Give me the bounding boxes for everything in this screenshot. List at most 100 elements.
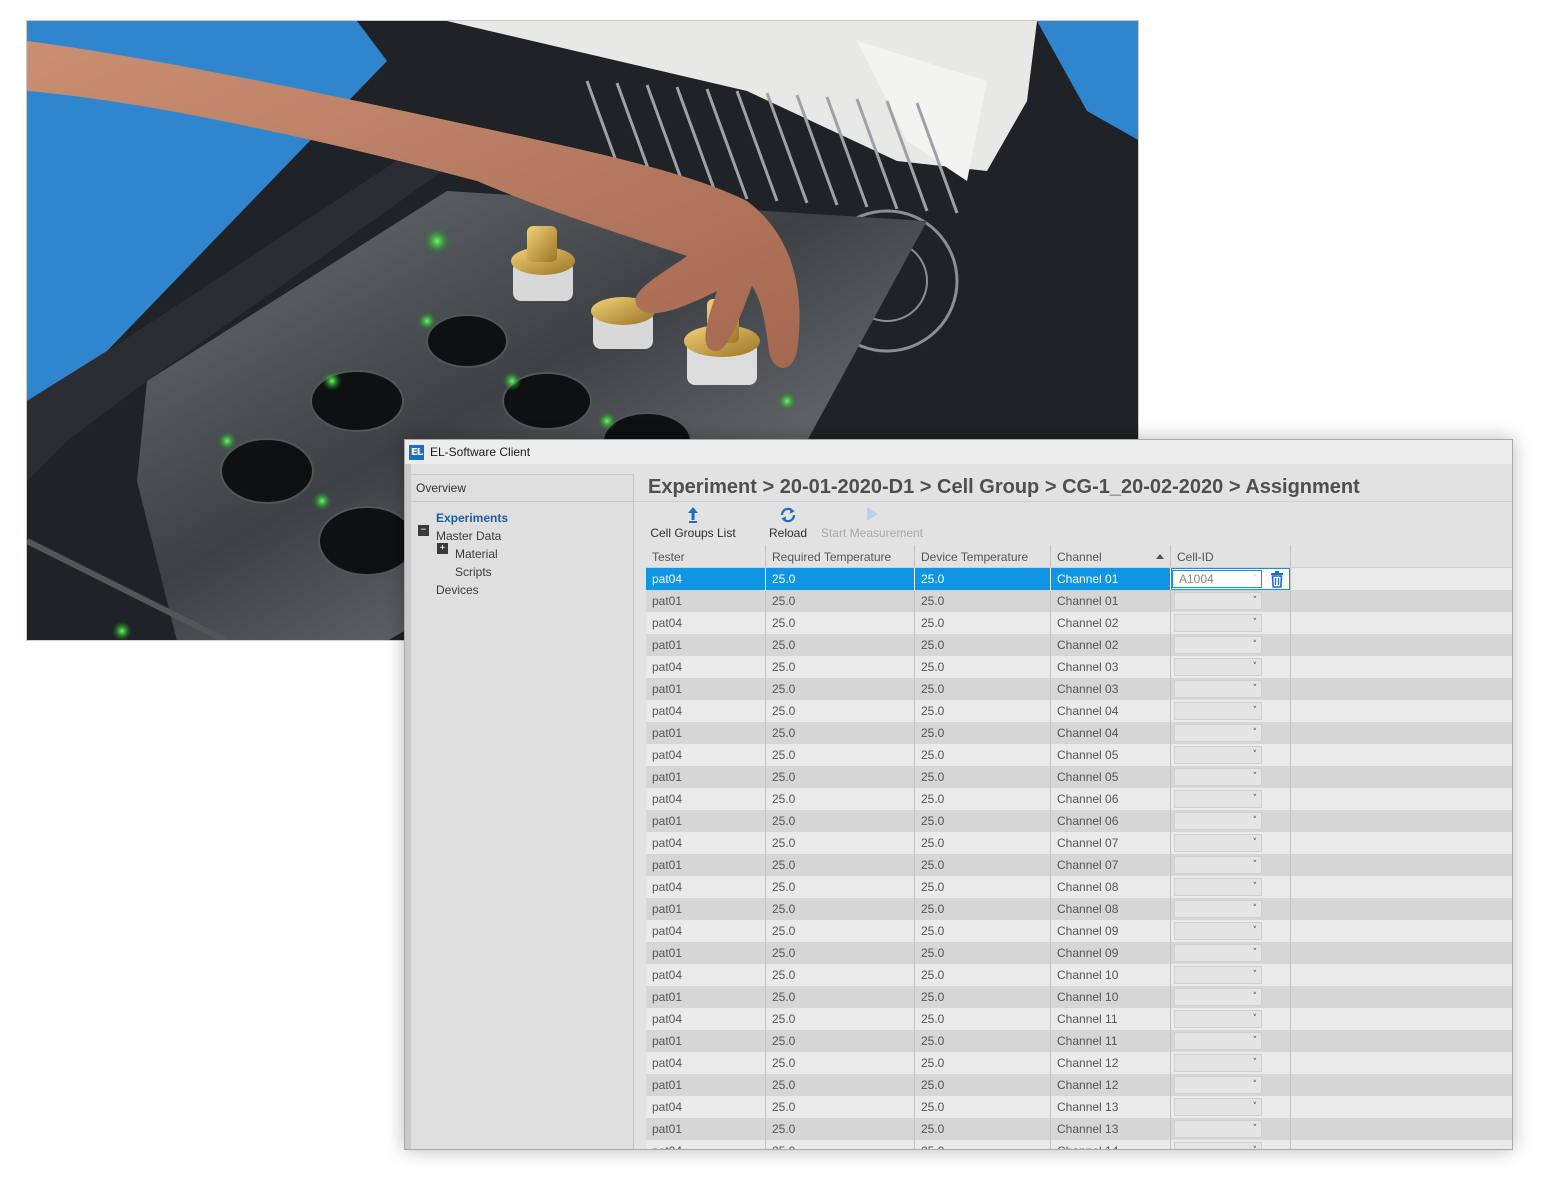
device-temperature-cell[interactable]: 25.0: [915, 1008, 1051, 1030]
tester-cell[interactable]: pat01: [646, 590, 766, 612]
required-temperature-cell[interactable]: 25.0: [766, 788, 915, 810]
required-temperature-cell[interactable]: 25.0: [766, 898, 915, 920]
tester-cell[interactable]: pat04: [646, 1008, 766, 1030]
sidebar-item-experiments[interactable]: Experiments: [436, 511, 508, 525]
device-temperature-cell[interactable]: 25.0: [915, 700, 1051, 722]
table-row[interactable]: pat01 25.0 25.0 Channel 07 ˅: [646, 854, 1512, 876]
channel-cell[interactable]: Channel 14: [1051, 1140, 1171, 1149]
required-temperature-cell[interactable]: 25.0: [766, 810, 915, 832]
required-temperature-cell[interactable]: 25.0: [766, 612, 915, 634]
channel-cell[interactable]: Channel 07: [1051, 854, 1171, 876]
cell-id-dropdown[interactable]: ˅: [1174, 1120, 1262, 1138]
device-temperature-cell[interactable]: 25.0: [915, 1118, 1051, 1140]
tester-cell[interactable]: pat01: [646, 898, 766, 920]
reload-button[interactable]: Reload: [765, 504, 811, 544]
required-temperature-cell[interactable]: 25.0: [766, 1052, 915, 1074]
device-temperature-cell[interactable]: 25.0: [915, 832, 1051, 854]
tester-cell[interactable]: pat01: [646, 942, 766, 964]
device-temperature-cell[interactable]: 25.0: [915, 656, 1051, 678]
cell-id-dropdown[interactable]: ˅: [1174, 878, 1262, 896]
required-temperature-cell[interactable]: 25.0: [766, 656, 915, 678]
required-temperature-cell[interactable]: 25.0: [766, 942, 915, 964]
cell-id-dropdown[interactable]: ˅: [1174, 702, 1262, 720]
tester-cell[interactable]: pat01: [646, 722, 766, 744]
table-row[interactable]: pat04 25.0 25.0 Channel 05 ˅: [646, 744, 1512, 766]
cell-id-dropdown[interactable]: ˅: [1174, 724, 1262, 742]
tester-cell[interactable]: pat04: [646, 1052, 766, 1074]
channel-cell[interactable]: Channel 05: [1051, 744, 1171, 766]
required-temperature-cell[interactable]: 25.0: [766, 678, 915, 700]
table-row[interactable]: pat0425.025.0Channel 14˅: [646, 1140, 1512, 1149]
channel-cell[interactable]: Channel 02: [1051, 634, 1171, 656]
required-temperature-cell[interactable]: 25.0: [766, 1074, 915, 1096]
channel-cell[interactable]: Channel 06: [1051, 810, 1171, 832]
channel-cell[interactable]: Channel 03: [1051, 678, 1171, 700]
table-row[interactable]: pat01 25.0 25.0 Channel 02 ˅: [646, 634, 1512, 656]
tester-cell[interactable]: pat04: [646, 700, 766, 722]
tester-cell[interactable]: pat04: [646, 744, 766, 766]
device-temperature-cell[interactable]: 25.0: [915, 788, 1051, 810]
table-row[interactable]: pat01 25.0 25.0 Channel 09 ˅: [646, 942, 1512, 964]
cell-id-dropdown[interactable]: ˅: [1174, 592, 1262, 610]
device-temperature-cell[interactable]: 25.0: [915, 1030, 1051, 1052]
cell-id-dropdown[interactable]: ˅: [1174, 1010, 1262, 1028]
required-temperature-cell[interactable]: 25.0: [766, 986, 915, 1008]
tester-cell[interactable]: pat04: [646, 1140, 766, 1149]
tester-cell[interactable]: pat04: [646, 1096, 766, 1118]
device-temperature-cell[interactable]: 25.0: [915, 964, 1051, 986]
table-row[interactable]: pat01 25.0 25.0 Channel 10 ˅: [646, 986, 1512, 1008]
tester-cell[interactable]: pat04: [646, 920, 766, 942]
sidebar-header[interactable]: Overview: [411, 475, 633, 502]
cell-id-dropdown[interactable]: ˅: [1174, 1032, 1262, 1050]
device-temperature-cell[interactable]: 25.0: [915, 678, 1051, 700]
table-row[interactable]: pat01 25.0 25.0 Channel 04 ˅: [646, 722, 1512, 744]
cell-id-dropdown[interactable]: A1004 ˅: [1172, 570, 1262, 588]
channel-cell[interactable]: Channel 02: [1051, 612, 1171, 634]
tester-cell[interactable]: pat04: [646, 568, 766, 590]
table-row[interactable]: pat04 25.0 25.0 Channel 01 A1004 ˅: [646, 568, 1512, 590]
channel-cell[interactable]: Channel 08: [1051, 876, 1171, 898]
required-temperature-cell[interactable]: 25.0: [766, 1008, 915, 1030]
device-temperature-cell[interactable]: 25.0: [915, 810, 1051, 832]
cell-id-dropdown[interactable]: ˅: [1174, 922, 1262, 940]
required-temperature-cell[interactable]: 25.0: [766, 1096, 915, 1118]
channel-cell[interactable]: Channel 04: [1051, 722, 1171, 744]
tester-cell[interactable]: pat01: [646, 766, 766, 788]
table-row[interactable]: pat04 25.0 25.0 Channel 02 ˅: [646, 612, 1512, 634]
table-row[interactable]: pat01 25.0 25.0 Channel 05 ˅: [646, 766, 1512, 788]
column-header-cell-id[interactable]: Cell-ID: [1171, 545, 1291, 567]
table-row[interactable]: pat04 25.0 25.0 Channel 10 ˅: [646, 964, 1512, 986]
required-temperature-cell[interactable]: 25.0: [766, 1030, 915, 1052]
tester-cell[interactable]: pat01: [646, 986, 766, 1008]
device-temperature-cell[interactable]: 25.0: [915, 898, 1051, 920]
channel-cell[interactable]: Channel 05: [1051, 766, 1171, 788]
required-temperature-cell[interactable]: 25.0: [766, 920, 915, 942]
table-row[interactable]: pat04 25.0 25.0 Channel 09 ˅: [646, 920, 1512, 942]
tester-cell[interactable]: pat01: [646, 810, 766, 832]
cell-id-dropdown[interactable]: ˅: [1174, 658, 1262, 676]
channel-cell[interactable]: Channel 12: [1051, 1052, 1171, 1074]
sidebar-item-scripts[interactable]: Scripts: [455, 565, 492, 579]
sidebar-item-devices[interactable]: Devices: [436, 583, 479, 597]
column-header-required-temperature[interactable]: Required Temperature: [766, 545, 915, 567]
tester-cell[interactable]: pat04: [646, 788, 766, 810]
cell-id-dropdown[interactable]: ˅: [1174, 636, 1262, 654]
cell-id-dropdown[interactable]: ˅: [1174, 746, 1262, 764]
table-row[interactable]: pat04 25.0 25.0 Channel 12 ˅: [646, 1052, 1512, 1074]
column-header-device-temperature[interactable]: Device Temperature: [915, 545, 1051, 567]
cell-id-dropdown[interactable]: ˅: [1174, 900, 1262, 918]
required-temperature-cell[interactable]: 25.0: [766, 766, 915, 788]
cell-id-dropdown[interactable]: ˅: [1174, 834, 1262, 852]
device-temperature-cell[interactable]: 25.0: [915, 1052, 1051, 1074]
collapse-icon[interactable]: −: [418, 525, 429, 536]
tester-cell[interactable]: pat04: [646, 656, 766, 678]
channel-cell[interactable]: Channel 10: [1051, 964, 1171, 986]
channel-cell[interactable]: Channel 08: [1051, 898, 1171, 920]
device-temperature-cell[interactable]: 25.0: [915, 766, 1051, 788]
cell-id-dropdown[interactable]: ˅: [1174, 768, 1262, 786]
channel-cell[interactable]: Channel 06: [1051, 788, 1171, 810]
trash-icon[interactable]: [1268, 570, 1286, 588]
device-temperature-cell[interactable]: 25.0: [915, 854, 1051, 876]
required-temperature-cell[interactable]: 25.0: [766, 568, 915, 590]
channel-cell[interactable]: Channel 09: [1051, 942, 1171, 964]
